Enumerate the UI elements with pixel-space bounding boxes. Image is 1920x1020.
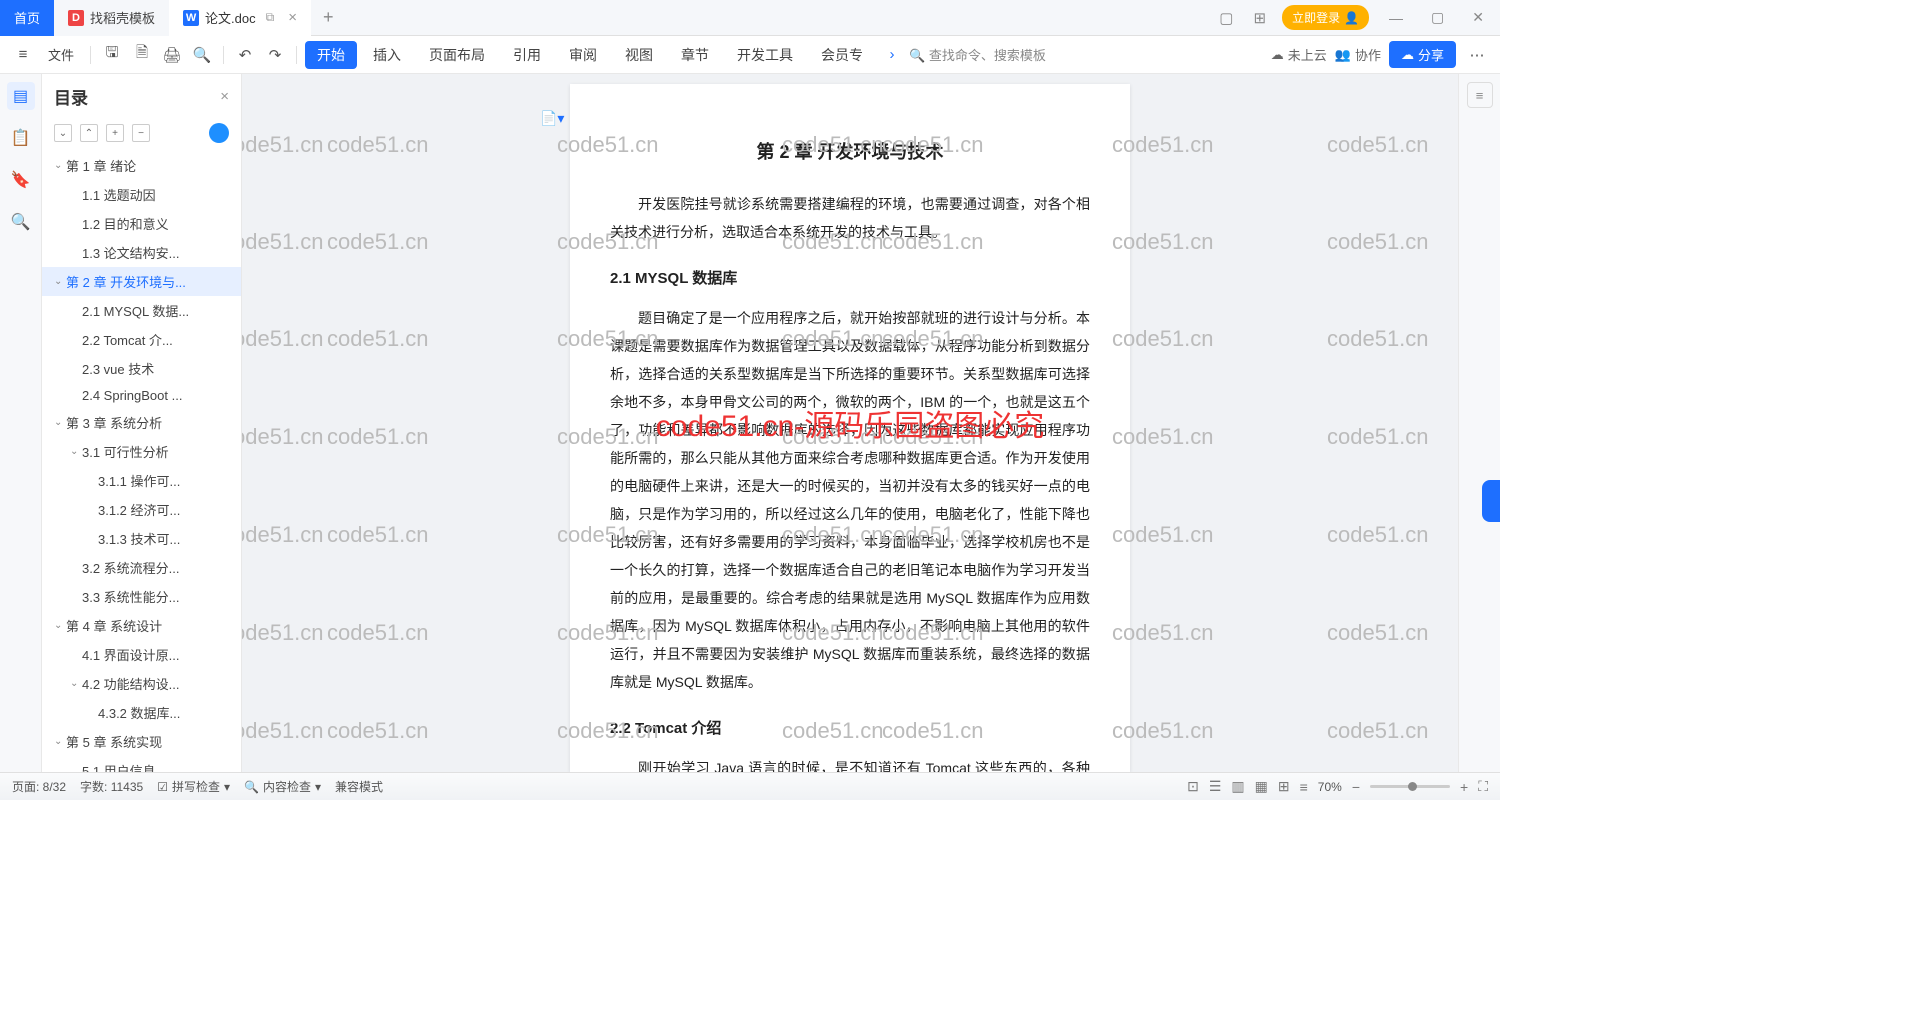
page-indicator[interactable]: 页面: 8/32 [12,778,66,795]
view-mode-3-icon[interactable]: ▥ [1231,778,1244,795]
add-tab-button[interactable]: + [311,7,346,28]
outline-close-icon[interactable]: × [220,88,229,105]
view-mode-1-icon[interactable]: ⊡ [1187,778,1199,795]
doc-p1: 开发医院挂号就诊系统需要搭建编程的环境，也需要通过调查，对各个相关技术进行分析，… [610,190,1090,246]
outline-item[interactable]: 2.4 SpringBoot ... [42,383,241,408]
expand-all-button[interactable]: ⌃ [80,124,98,142]
menu-ref[interactable]: 引用 [501,41,553,69]
grid-icon[interactable]: ⊞ [1249,5,1270,31]
tab-document[interactable]: W论文.doc⧉× [169,0,311,36]
outline-item[interactable]: ⌄第 4 章 系统设计 [42,611,241,640]
outline-item[interactable]: 4.1 界面设计原... [42,640,241,669]
view-mode-5-icon[interactable]: ⊞ [1278,778,1290,795]
outline-item[interactable]: 2.1 MYSQL 数据... [42,296,241,325]
outline-item[interactable]: 1.1 选题动因 [42,180,241,209]
cloud-status[interactable]: ☁ 未上云 [1271,45,1327,64]
zoom-plus-button[interactable]: + [1460,779,1468,795]
menu-insert[interactable]: 插入 [361,41,413,69]
menu-member[interactable]: 会员专 [809,41,875,69]
command-search[interactable]: 🔍 查找命令、搜索模板 [909,45,1046,64]
login-button[interactable]: 立即登录👤 [1282,5,1369,30]
zoom-minus-button[interactable]: − [1352,779,1360,795]
add-button[interactable]: + [106,124,124,142]
chevron-right-icon[interactable]: › [879,42,905,68]
doc-h1: 第 2 章 开发环境与技术 [610,134,1090,170]
content-check-button[interactable]: 🔍 内容检查 ▾ [244,778,321,795]
outline-item[interactable]: 3.1.2 经济可... [42,495,241,524]
outline-title: 目录 [54,84,88,109]
zoom-level[interactable]: 70% [1318,780,1342,794]
view-mode-4-icon[interactable]: ▦ [1255,778,1268,795]
outline-item[interactable]: 3.2 系统流程分... [42,553,241,582]
outline-list: ⌄第 1 章 绪论1.1 选题动因1.2 目的和意义1.3 论文结构安...⌄第… [42,151,241,772]
right-panel-toggle[interactable]: ≡ [1467,82,1493,108]
doc-h2a: 2.1 MYSQL 数据库 [610,264,1090,294]
outline-item[interactable]: 3.1.3 技术可... [42,524,241,553]
page-marker-icon: 📄▾ [540,104,564,132]
remove-button[interactable]: − [132,124,150,142]
outline-item[interactable]: 2.3 vue 技术 [42,354,241,383]
close-button[interactable]: ✕ [1464,5,1492,30]
menu-start[interactable]: 开始 [305,41,357,69]
more-icon[interactable]: ⋯ [1464,42,1490,68]
user-icon: 👤 [1344,11,1359,25]
preview-icon[interactable]: 🔍 [189,42,215,68]
spellcheck-button[interactable]: ☑ 拼写检查 ▾ [157,778,230,795]
outline-item[interactable]: ⌄第 3 章 系统分析 [42,408,241,437]
maximize-button[interactable]: ▢ [1423,5,1452,30]
doc-h2b: 2.2 Tomcat 介绍 [610,714,1090,744]
file-menu[interactable]: 文件 [40,45,82,64]
word-icon: W [183,10,199,26]
outline-item[interactable]: ⌄第 2 章 开发环境与... [42,267,241,296]
outline-item[interactable]: ⌄4.2 功能结构设... [42,669,241,698]
menu-layout[interactable]: 页面布局 [417,41,497,69]
docer-icon: D [68,10,84,26]
outline-item[interactable]: ⌄第 5 章 系统实现 [42,727,241,756]
menu-dev[interactable]: 开发工具 [725,41,805,69]
collab-button[interactable]: 👥 协作 [1335,45,1381,64]
compat-mode: 兼容模式 [335,778,383,795]
copy-rail-icon[interactable]: 📋 [7,124,35,152]
zoom-slider[interactable] [1370,785,1450,788]
undo-icon[interactable]: ↶ [232,42,258,68]
minimize-button[interactable]: — [1381,6,1411,30]
outline-item[interactable]: 1.3 论文结构安... [42,238,241,267]
menu-review[interactable]: 审阅 [557,41,609,69]
search-rail-icon[interactable]: 🔍 [7,208,35,236]
menu-chapter[interactable]: 章节 [669,41,721,69]
tab-template[interactable]: D找稻壳模板 [54,0,169,36]
tab-home[interactable]: 首页 [0,0,54,36]
window-icon[interactable]: ⧉ [266,10,275,25]
outline-item[interactable]: ⌄3.1 可行性分析 [42,437,241,466]
view-mode-2-icon[interactable]: ☰ [1209,778,1222,795]
doc-p3: 刚开始学习 Java 语言的时候，是不知道还有 Tomcat 这些东西的，各种语… [610,754,1090,772]
outline-item[interactable]: 2.2 Tomcat 介... [42,325,241,354]
side-feedback-tab[interactable] [1482,480,1500,522]
menu-view[interactable]: 视图 [613,41,665,69]
outline-rail-icon[interactable]: ▤ [7,82,35,110]
word-count[interactable]: 字数: 11435 [80,778,143,795]
outline-item[interactable]: 4.3.2 数据库... [42,698,241,727]
bookmark-rail-icon[interactable]: 🔖 [7,166,35,194]
collapse-all-button[interactable]: ⌄ [54,124,72,142]
menu-icon[interactable]: ≡ [10,42,36,68]
close-icon[interactable]: × [288,9,297,26]
avatar-icon[interactable] [209,123,229,143]
outline-item[interactable]: 1.2 目的和意义 [42,209,241,238]
outline-item[interactable]: 3.3 系统性能分... [42,582,241,611]
saveas-icon[interactable]: 🗎 [129,42,155,68]
layout-icon[interactable]: ▢ [1215,5,1237,31]
doc-p2: 题目确定了是一个应用程序之后，就开始按部就班的进行设计与分析。本课题是需要数据库… [610,304,1090,696]
zoom-out-icon[interactable]: ≡ [1300,779,1308,795]
save-icon[interactable]: 🖫 [99,42,125,68]
print-icon[interactable]: 🖨 [159,42,185,68]
outline-item[interactable]: ⌄第 1 章 绪论 [42,151,241,180]
outline-item[interactable]: 5.1 用户信息... [42,756,241,772]
outline-item[interactable]: 3.1.1 操作可... [42,466,241,495]
fullscreen-icon[interactable]: ⛶ [1478,778,1488,795]
redo-icon[interactable]: ↷ [262,42,288,68]
document-page: 📄▾ 第 2 章 开发环境与技术 开发医院挂号就诊系统需要搭建编程的环境，也需要… [570,84,1130,772]
share-button[interactable]: ☁ 分享 [1389,41,1456,68]
